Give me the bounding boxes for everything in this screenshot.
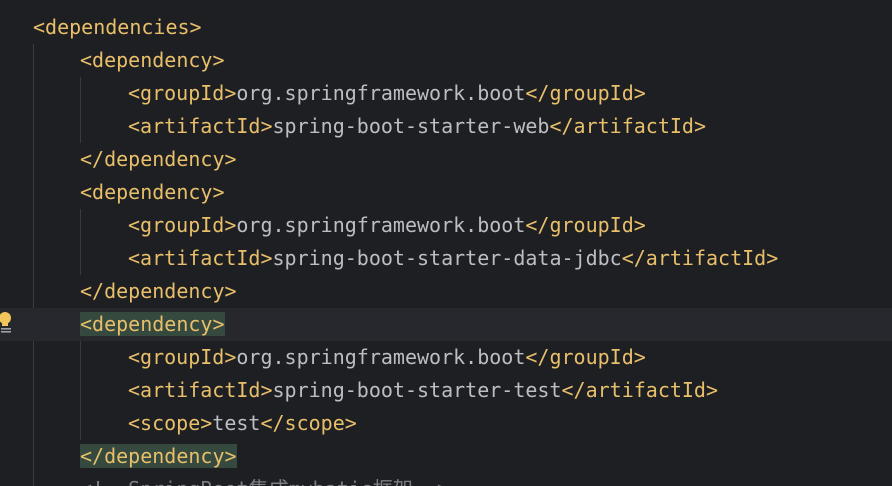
xml-tag: <artifactId> bbox=[128, 378, 273, 402]
code-line[interactable]: </dependency> bbox=[0, 143, 892, 176]
xml-tag: </scope> bbox=[260, 411, 357, 435]
xml-tag: </dependency> bbox=[80, 279, 237, 303]
code-line-content: <groupId>org.springframework.boot</group… bbox=[128, 77, 646, 110]
code-line-content: <dependency> bbox=[80, 44, 225, 77]
code-line-content: <artifactId>spring-boot-starter-test</ar… bbox=[128, 374, 718, 407]
code-line[interactable]: <groupId>org.springframework.boot</group… bbox=[0, 209, 892, 242]
code-line-content: <dependency> bbox=[80, 308, 225, 341]
code-line-content: <groupId>org.springframework.boot</group… bbox=[128, 341, 646, 374]
xml-tag: </groupId> bbox=[525, 345, 646, 369]
xml-text: spring-boot-starter-test bbox=[272, 378, 562, 402]
xml-text: spring-boot-starter-web bbox=[272, 114, 550, 138]
code-line[interactable]: </dependency> bbox=[0, 275, 892, 308]
xml-tag: </dependency> bbox=[80, 147, 237, 171]
xml-text: org.springframework.boot bbox=[236, 345, 526, 369]
code-line[interactable]: <dependency> bbox=[0, 44, 892, 77]
code-editor[interactable]: <dependencies> <dependency> <groupId>org.s… bbox=[0, 0, 892, 486]
xml-tag: <scope> bbox=[128, 411, 213, 435]
xml-tag: </dependency> bbox=[80, 444, 237, 468]
code-line-content: <scope>test</scope> bbox=[128, 407, 357, 440]
code-line-content: <artifactId>spring-boot-starter-web</art… bbox=[128, 110, 706, 143]
code-line[interactable]: <scope>test</scope> bbox=[0, 407, 892, 440]
xml-tag: </artifactId> bbox=[621, 246, 779, 270]
xml-tag: <artifactId> bbox=[128, 246, 273, 270]
xml-tag: <artifactId> bbox=[128, 114, 273, 138]
lightbulb-icon[interactable] bbox=[0, 308, 16, 334]
code-line[interactable]: <!--SpringBoot集成mybatis框架--> bbox=[0, 473, 892, 486]
xml-tag: </groupId> bbox=[525, 81, 646, 105]
code-line[interactable]: <dependency> bbox=[0, 176, 892, 209]
code-line[interactable]: <groupId>org.springframework.boot</group… bbox=[0, 77, 892, 110]
code-line-content: </dependency> bbox=[80, 143, 237, 176]
xml-text: org.springframework.boot bbox=[236, 213, 526, 237]
code-line[interactable]: <dependency> bbox=[0, 308, 892, 341]
xml-tag: <dependency> bbox=[80, 48, 225, 72]
code-line[interactable]: <artifactId>spring-boot-starter-test</ar… bbox=[0, 374, 892, 407]
code-line[interactable]: <dependencies> bbox=[0, 11, 892, 44]
xml-text: spring-boot-starter-data-jdbc bbox=[272, 246, 622, 270]
xml-tag: <dependency> bbox=[80, 180, 225, 204]
xml-tag: </artifactId> bbox=[549, 114, 706, 138]
code-line[interactable]: <groupId>org.springframework.boot</group… bbox=[0, 341, 892, 374]
xml-tag: <dependency> bbox=[80, 312, 225, 336]
code-line-content: </dependency> bbox=[80, 275, 237, 308]
code-line-content: <!--SpringBoot集成mybatis框架--> bbox=[80, 473, 449, 486]
code-line[interactable]: <artifactId>spring-boot-starter-data-jdb… bbox=[0, 242, 892, 275]
xml-tag: <dependencies> bbox=[33, 15, 202, 39]
xml-comment: <!--SpringBoot集成mybatis框架--> bbox=[80, 477, 449, 486]
xml-tag: <groupId> bbox=[128, 213, 237, 237]
xml-tag: </groupId> bbox=[525, 213, 646, 237]
code-line-content: <dependency> bbox=[80, 176, 225, 209]
xml-text: test bbox=[212, 411, 261, 435]
code-line-content: <dependencies> bbox=[33, 11, 202, 44]
xml-tag: </artifactId> bbox=[561, 378, 719, 402]
code-line-content: <groupId>org.springframework.boot</group… bbox=[128, 209, 646, 242]
xml-tag: <groupId> bbox=[128, 345, 237, 369]
xml-tag: <groupId> bbox=[128, 81, 237, 105]
code-line[interactable]: </dependency> bbox=[0, 440, 892, 473]
code-line[interactable]: <artifactId>spring-boot-starter-web</art… bbox=[0, 110, 892, 143]
code-line-content: <artifactId>spring-boot-starter-data-jdb… bbox=[128, 242, 778, 275]
xml-text: org.springframework.boot bbox=[236, 81, 526, 105]
code-line-content: </dependency> bbox=[80, 440, 237, 473]
